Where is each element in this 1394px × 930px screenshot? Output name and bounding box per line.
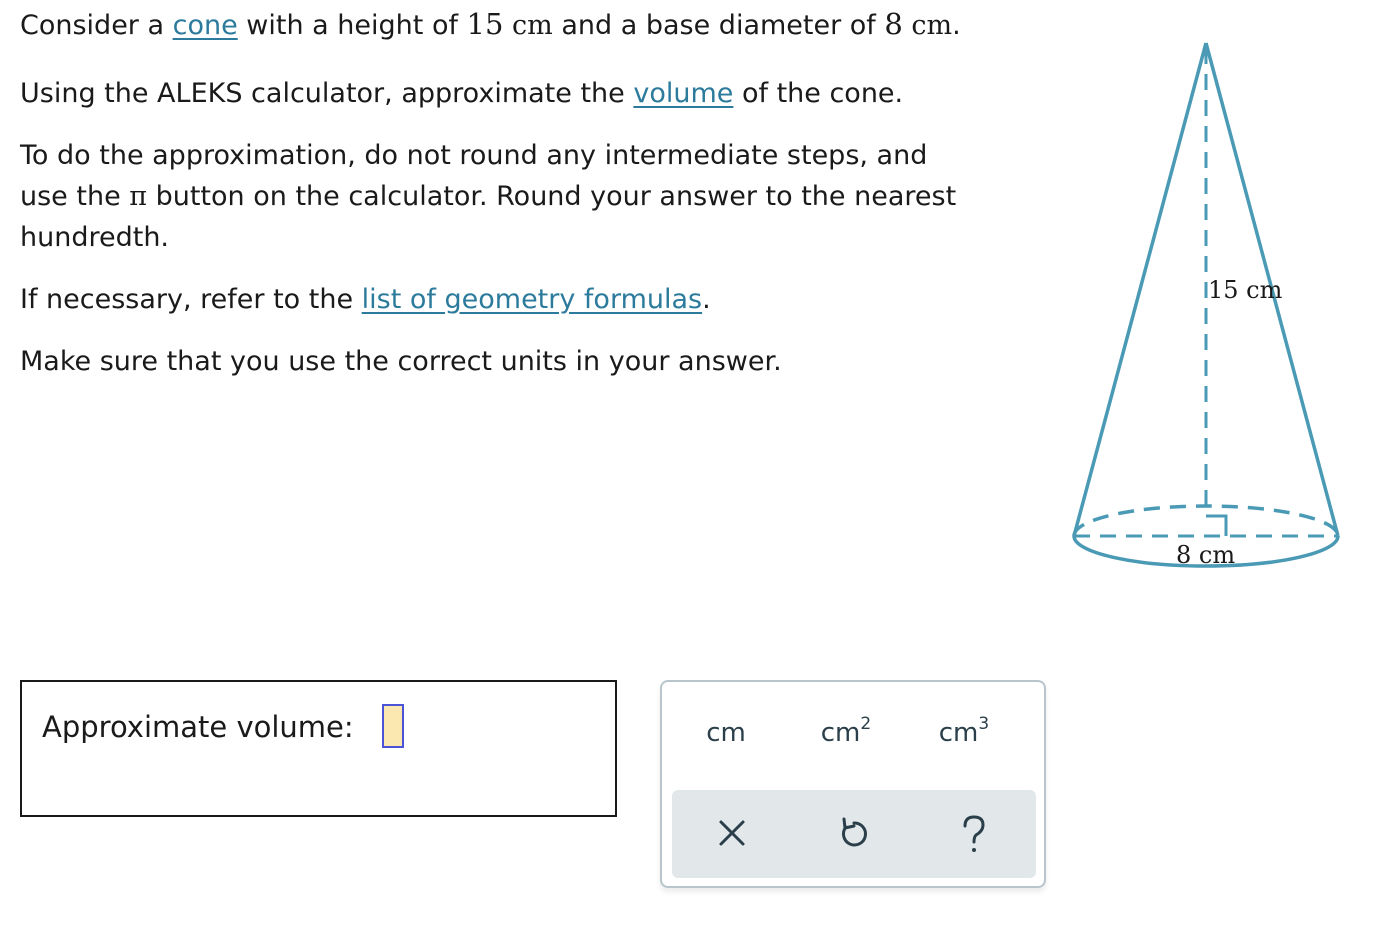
instruction-text: button on the calculator. Round your ans…: [147, 181, 957, 212]
base-ellipse-back: [1072, 504, 1340, 537]
diameter-label: 8 cm: [1176, 541, 1235, 569]
palette-actions-bar: [672, 790, 1036, 878]
volume-answer-input[interactable]: [382, 704, 404, 748]
intro-text: with a height of: [237, 10, 467, 41]
diameter-unit: cm: [902, 10, 953, 41]
height-unit: cm: [503, 10, 553, 41]
intro-text: and a base diameter of: [552, 10, 885, 41]
unit-cm2-button[interactable]: cm2: [796, 708, 896, 758]
volume-link[interactable]: volume: [633, 78, 733, 109]
problem-intro: Consider a cone with a height of 15 cm a…: [20, 4, 961, 46]
instruction-text: To do the approximation, do not round an…: [20, 140, 928, 171]
instruction-text: If necessary, refer to the: [20, 284, 362, 315]
height-label: 15 cm: [1208, 276, 1283, 304]
unit-cm3-button[interactable]: cm3: [914, 708, 1014, 758]
cone-left-side: [1072, 42, 1208, 537]
unit-cm-button[interactable]: cm: [676, 708, 776, 758]
instruction-units: Make sure that you use the correct units…: [20, 346, 782, 377]
instruction-text: .: [702, 284, 711, 315]
cone-diagram: 15 cm 8 cm: [1072, 42, 1340, 569]
unit-palette: cm cm2 cm3: [660, 680, 1046, 888]
answer-label: Approximate volume:: [42, 710, 354, 744]
help-button[interactable]: [944, 809, 1004, 859]
clear-button[interactable]: [702, 809, 762, 859]
unit-base: cm: [820, 718, 861, 748]
undo-icon: [842, 817, 867, 847]
geometry-formulas-link[interactable]: list of geometry formulas: [362, 284, 702, 315]
diameter-value: 8: [884, 7, 903, 41]
instruction-rounding: To do the approximation, do not round an…: [20, 135, 956, 258]
unit-exponent: 2: [860, 714, 872, 734]
intro-text: .: [952, 10, 961, 41]
intro-text: Consider a: [20, 10, 173, 41]
right-angle-mark: [1206, 514, 1228, 536]
unit-base: cm: [938, 718, 979, 748]
height-value: 15: [466, 7, 504, 41]
instruction-text: Using the ALEKS calculator, approximate …: [20, 78, 634, 109]
instruction-formulas: If necessary, refer to the list of geome…: [20, 279, 711, 320]
instruction-text: of the cone.: [733, 78, 904, 109]
cone-link[interactable]: cone: [173, 10, 238, 41]
pi-symbol: π: [129, 181, 148, 212]
help-icon: [963, 815, 985, 852]
instruction-text: hundredth.: [20, 222, 170, 253]
unit-exponent: 3: [978, 714, 990, 734]
close-icon: [719, 820, 745, 846]
undo-button[interactable]: [824, 809, 884, 859]
unit-base: cm: [706, 718, 746, 748]
instruction-calculator: Using the ALEKS calculator, approximate …: [20, 73, 903, 114]
instruction-text: use the: [20, 181, 130, 212]
answer-box: Approximate volume:: [20, 680, 617, 817]
